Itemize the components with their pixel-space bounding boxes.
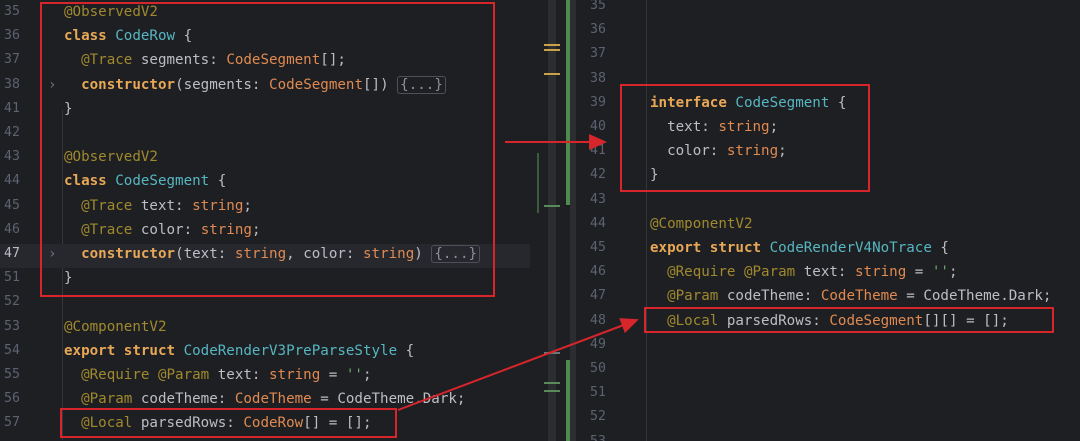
- line-number: 50: [590, 361, 606, 376]
- line-number: 47: [4, 246, 20, 261]
- line-number: 35: [590, 0, 606, 13]
- line-number: 51: [590, 385, 606, 401]
- line-number: 49: [590, 336, 606, 352]
- code-token: CodeRenderV4NoTrace: [769, 240, 932, 256]
- code-line[interactable]: @Require @Param text: string = '';: [650, 264, 958, 281]
- code-token: @Require @Param: [81, 367, 210, 383]
- line-number: 41: [4, 100, 20, 116]
- code-token: export struct: [650, 240, 770, 256]
- line-number: 36: [590, 22, 606, 38]
- code-line[interactable]: export struct CodeRenderV3PreParseStyle …: [64, 343, 414, 359]
- change-marker: [544, 205, 560, 207]
- line-number: 44: [590, 215, 606, 231]
- line-number: 46: [4, 221, 20, 237]
- line-number: 56: [4, 391, 20, 407]
- line-number: 44: [4, 173, 20, 189]
- line-number: 37: [590, 46, 606, 62]
- code-line[interactable]: @ComponentV2: [650, 216, 753, 232]
- code-token: CodeTheme: [820, 288, 898, 305]
- code-token: export struct: [64, 342, 184, 359]
- line-number: 54: [4, 342, 20, 358]
- change-marker: [544, 44, 560, 46]
- indent-guide: [646, 0, 647, 441]
- code-token: {: [931, 240, 949, 256]
- line-number: 55: [4, 367, 20, 382]
- code-token: '': [931, 264, 949, 281]
- code-token: text:: [209, 367, 270, 383]
- highlight-box-interface: [620, 84, 870, 192]
- code-line[interactable]: export struct CodeRenderV4NoTrace {: [650, 240, 949, 256]
- code-token: @ComponentV2: [650, 215, 753, 232]
- code-token: = CodeTheme.Dark;: [311, 391, 466, 408]
- code-token: = CodeTheme.Dark;: [897, 288, 1052, 305]
- line-number: 52: [4, 294, 20, 310]
- code-line[interactable]: @Require @Param text: string = '';: [64, 367, 372, 383]
- line-number: 47: [590, 288, 606, 304]
- code-token: {: [397, 342, 415, 359]
- code-token: @Param: [667, 288, 719, 305]
- line-number: 37: [4, 52, 20, 68]
- pane-divider: [570, 0, 576, 441]
- line-number: 45: [590, 240, 606, 255]
- line-number: 53: [4, 318, 20, 334]
- code-token: codeTheme:: [132, 391, 235, 408]
- change-marker: [544, 382, 560, 384]
- code-token: string: [269, 367, 321, 383]
- change-marker: [544, 390, 560, 392]
- line-number: 53: [588, 434, 630, 441]
- highlight-box-observed-classes: [40, 2, 495, 297]
- line-number: 46: [590, 264, 606, 280]
- code-token: @ComponentV2: [64, 318, 167, 335]
- change-marker: [544, 352, 560, 354]
- code-token: @Require @Param: [667, 264, 796, 281]
- line-number: 48: [590, 312, 606, 328]
- code-token: =: [320, 367, 346, 383]
- right-editor-pane[interactable]: 35 36 37 38 39 interface CodeSegment {40 text…: [570, 0, 1080, 441]
- line-number: 35: [4, 4, 20, 19]
- diff-stripe: [537, 153, 539, 213]
- code-token: =: [906, 264, 932, 281]
- code-line[interactable]: @Param codeTheme: CodeTheme = CodeTheme.…: [650, 288, 1051, 304]
- code-token: @Param: [81, 391, 133, 408]
- code-token: codeTheme:: [718, 288, 821, 305]
- code-token: text:: [795, 264, 856, 281]
- code-token: ;: [362, 367, 372, 383]
- code-token: '': [345, 367, 363, 383]
- code-token: string: [855, 264, 907, 281]
- line-number: 36: [4, 28, 20, 44]
- highlight-box-local-codesegment: [644, 307, 1054, 333]
- code-token: ;: [948, 264, 958, 281]
- code-token: CodeRenderV3PreParseStyle: [183, 342, 398, 359]
- code-line[interactable]: @Param codeTheme: CodeTheme = CodeTheme.…: [64, 391, 465, 407]
- left-scrollbar[interactable]: [548, 0, 556, 441]
- line-number: 42: [4, 125, 20, 140]
- code-line[interactable]: @ComponentV2: [64, 319, 167, 335]
- change-marker: [544, 73, 560, 75]
- line-number: 45: [4, 197, 20, 213]
- line-number: 51: [4, 270, 20, 286]
- line-number: 43: [590, 191, 606, 207]
- line-number: 52: [590, 409, 606, 425]
- line-number: 43: [4, 149, 20, 165]
- highlight-box-local-codrow: [60, 408, 397, 438]
- line-number: 38: [4, 76, 20, 92]
- line-number: 57: [4, 415, 20, 431]
- change-marker: [544, 49, 560, 51]
- code-token: CodeTheme: [234, 391, 312, 408]
